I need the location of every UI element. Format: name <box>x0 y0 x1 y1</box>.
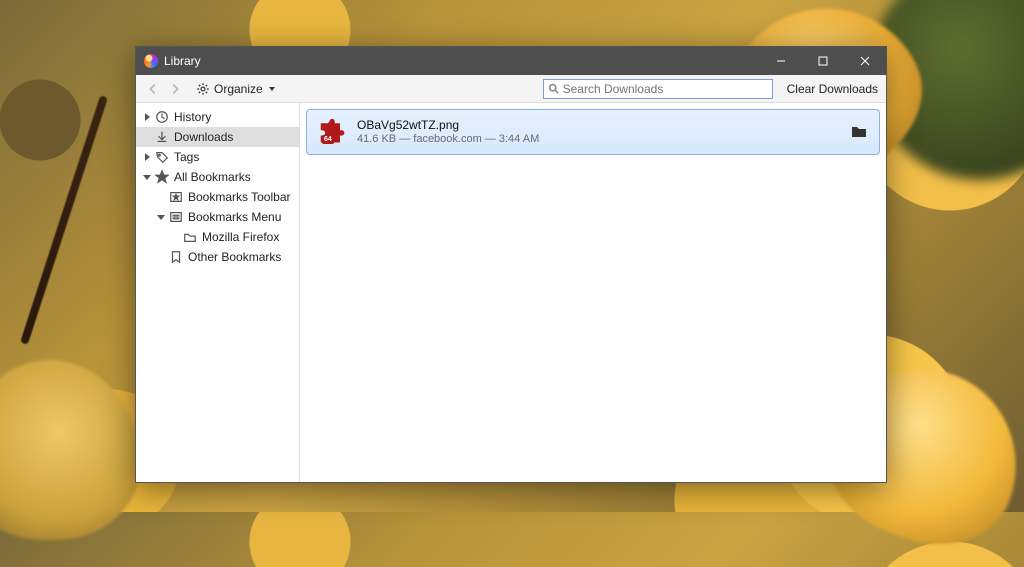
chevron-right-icon <box>142 113 152 121</box>
sidebar-item-label: Mozilla Firefox <box>202 230 279 244</box>
show-in-folder-button[interactable] <box>851 124 867 141</box>
sidebar-item-label: Tags <box>174 150 199 164</box>
window-controls <box>760 47 886 75</box>
chevron-down-icon <box>156 213 166 221</box>
sidebar-item-downloads[interactable]: Downloads <box>136 127 299 147</box>
gear-icon <box>196 82 210 96</box>
sidebar-item-label: Downloads <box>174 130 233 144</box>
download-item[interactable]: 64 OBaVg52wtTZ.png 41.6 KB — facebook.co… <box>306 109 880 155</box>
sidebar-item-tags[interactable]: Tags <box>136 147 299 167</box>
close-button[interactable] <box>844 47 886 75</box>
download-filename: OBaVg52wtTZ.png <box>357 118 539 132</box>
chevron-down-icon <box>269 87 275 91</box>
clock-icon <box>154 109 170 125</box>
bit-badge: 64 <box>322 135 334 144</box>
organize-label: Organize <box>214 82 263 96</box>
sidebar-item-all-bookmarks[interactable]: All Bookmarks <box>136 167 299 187</box>
nav-forward-button[interactable] <box>166 80 184 98</box>
minimize-button[interactable] <box>760 47 802 75</box>
sidebar-item-label: Bookmarks Toolbar <box>188 190 291 204</box>
sidebar: History Downloads Tags All Bookmarks <box>136 103 300 482</box>
chevron-right-icon <box>142 153 152 161</box>
toolbar-icon <box>168 189 184 205</box>
chevron-down-icon <box>142 173 152 181</box>
downloads-panel: 64 OBaVg52wtTZ.png 41.6 KB — facebook.co… <box>300 103 886 482</box>
download-file-icon: 64 <box>319 118 347 146</box>
organize-menu[interactable]: Organize <box>192 80 279 98</box>
maximize-button[interactable] <box>802 47 844 75</box>
sidebar-item-label: Bookmarks Menu <box>188 210 281 224</box>
search-input[interactable] <box>563 82 768 96</box>
clear-downloads-button[interactable]: Clear Downloads <box>787 82 878 96</box>
titlebar[interactable]: Library <box>136 47 886 75</box>
sidebar-item-mozilla-firefox[interactable]: Mozilla Firefox <box>136 227 299 247</box>
list-icon <box>168 209 184 225</box>
window-title: Library <box>164 54 201 68</box>
search-icon <box>548 83 559 94</box>
nav-back-button[interactable] <box>144 80 162 98</box>
tag-icon <box>154 149 170 165</box>
sidebar-item-bookmarks-menu[interactable]: Bookmarks Menu <box>136 207 299 227</box>
star-icon <box>154 169 170 185</box>
bookmark-icon <box>168 249 184 265</box>
search-downloads-field[interactable] <box>543 79 773 99</box>
sidebar-item-bookmarks-toolbar[interactable]: Bookmarks Toolbar <box>136 187 299 207</box>
sidebar-item-label: Other Bookmarks <box>188 250 281 264</box>
download-icon <box>154 129 170 145</box>
sidebar-item-label: History <box>174 110 211 124</box>
library-window: Library Organize Clear Downloads History <box>135 46 887 483</box>
folder-icon <box>182 229 198 245</box>
sidebar-item-other-bookmarks[interactable]: Other Bookmarks <box>136 247 299 267</box>
toolbar: Organize Clear Downloads <box>136 75 886 103</box>
download-meta: 41.6 KB — facebook.com — 3:44 AM <box>357 132 539 146</box>
sidebar-item-label: All Bookmarks <box>174 170 251 184</box>
sidebar-item-history[interactable]: History <box>136 107 299 127</box>
firefox-icon <box>144 54 158 68</box>
